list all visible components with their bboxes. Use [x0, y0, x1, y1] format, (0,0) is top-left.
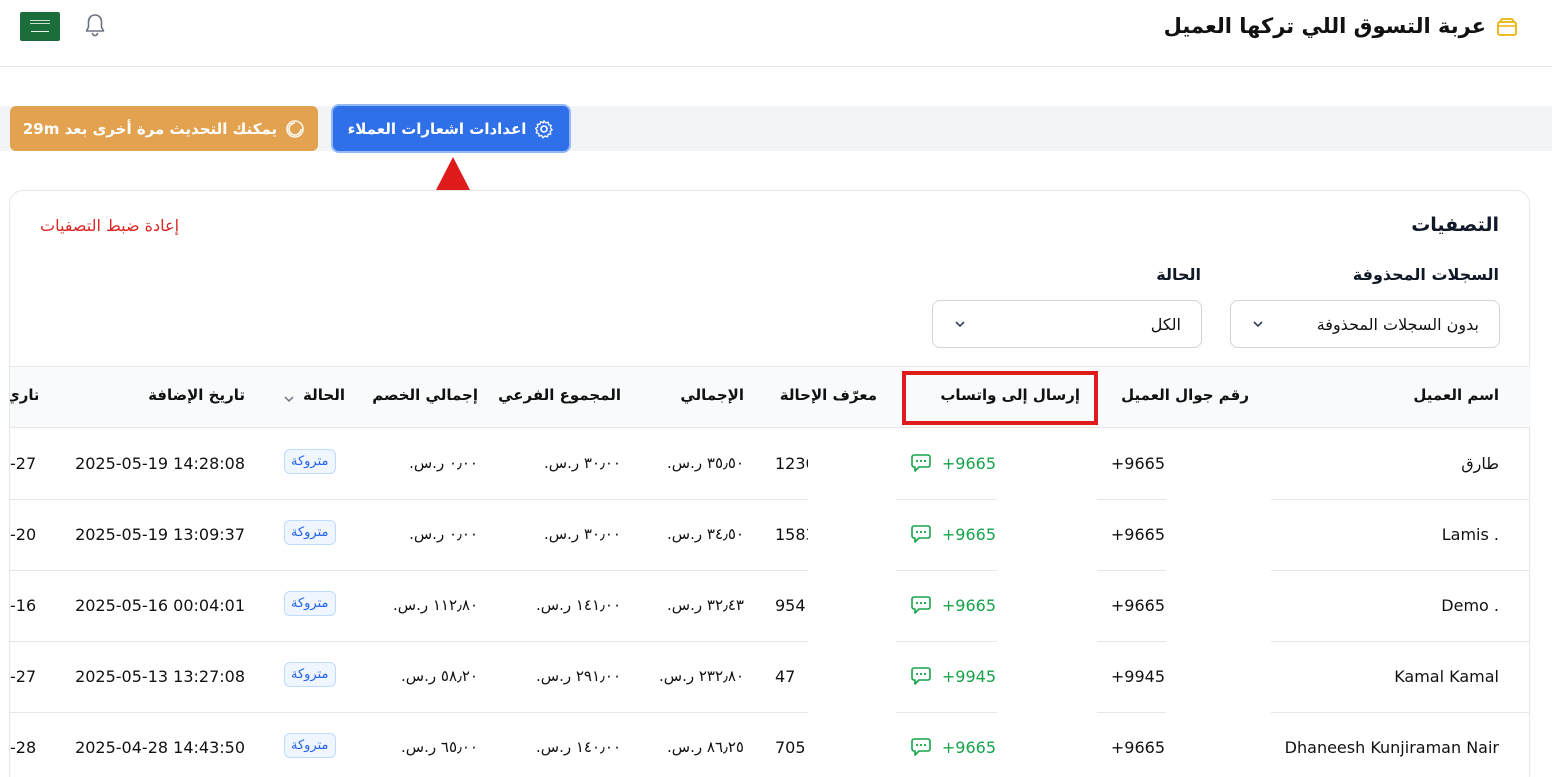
col-status[interactable]: الحالة: [303, 386, 345, 404]
reset-filters-link[interactable]: إعادة ضبط التصفيات: [40, 216, 179, 235]
col-added-date[interactable]: تاريخ الإضافة: [148, 386, 245, 404]
highlight-box-annotation: [902, 371, 1098, 425]
referral-id: 705: [775, 738, 806, 757]
notify-settings-label: اعدادات اشعارات العملاء: [347, 119, 527, 138]
discount-amount: ٠٫٠٠ ر.س.: [409, 525, 478, 543]
redaction-mask: [808, 429, 896, 777]
col-partial-date[interactable]: تاري: [10, 386, 38, 404]
added-date: 2025-05-16 00:04:01: [75, 596, 245, 615]
total-amount: ٢٣٢٫٨٠ ر.س.: [658, 667, 744, 685]
added-date: 2025-04-28 14:43:50: [75, 738, 245, 757]
chevron-down-icon: [955, 321, 965, 328]
status-badge: متروكة: [284, 449, 336, 474]
partial-date: -27: [10, 667, 37, 686]
col-partial-date-label: تاري: [10, 386, 38, 404]
customer-notification-settings-button[interactable]: اعدادات اشعارات العملاء: [331, 104, 571, 153]
chat-bubble-icon: [911, 667, 931, 685]
chat-bubble-icon: [911, 596, 931, 614]
discount-amount: ٠٫٠٠ ر.س.: [409, 454, 478, 472]
col-discount-total[interactable]: إجمالي الخصم: [372, 386, 478, 404]
customer-phone: +9665: [1110, 738, 1165, 757]
chat-bubble-icon: [911, 454, 931, 472]
col-total[interactable]: الإجمالي: [680, 386, 744, 404]
subtotal-amount: ٣٠٫٠٠ ر.س.: [544, 454, 621, 472]
cart-box-icon: [1497, 18, 1517, 36]
status-select-value: الكل: [1150, 314, 1181, 334]
deleted-records-label: السجلات المحذوفة: [1352, 265, 1499, 284]
redaction-mask: [1166, 429, 1271, 777]
customer-phone: +9945: [1110, 667, 1165, 686]
col-subtotal[interactable]: المجموع الفرعي: [498, 386, 621, 404]
total-amount: ٣٥٫٥٠ ر.س.: [667, 454, 744, 472]
whatsapp-send-link[interactable]: +9665: [910, 452, 996, 474]
sort-chevron-icon[interactable]: [282, 392, 296, 406]
total-amount: ٣٢٫٤٣ ر.س.: [667, 596, 744, 614]
whatsapp-send-link[interactable]: +9945: [910, 665, 996, 687]
col-customer-phone[interactable]: رقم جوال العميل: [1121, 386, 1249, 404]
chat-bubble-icon: [911, 525, 931, 543]
saudi-flag-icon[interactable]: [20, 12, 60, 41]
status-filter-label: الحالة: [1156, 265, 1201, 284]
filters-title: التصفيات: [1411, 214, 1499, 236]
customer-name: Kamal Kamal: [1394, 667, 1499, 686]
chat-bubble-icon: [911, 738, 931, 756]
status-select[interactable]: الكل: [932, 300, 1202, 348]
redaction-mask: [997, 429, 1097, 777]
subtotal-amount: ٢٩١٫٠٠ ر.س.: [535, 667, 621, 685]
customer-name: Lamis .: [1441, 525, 1499, 544]
whatsapp-send-link[interactable]: +9665: [910, 523, 996, 545]
partial-date: -20: [10, 525, 37, 544]
whatsapp-number: +9665: [941, 737, 996, 757]
deleted-records-select[interactable]: بدون السجلات المحذوفة: [1230, 300, 1500, 348]
referral-id: 954: [775, 596, 806, 615]
customer-phone: +9665: [1110, 596, 1165, 615]
customer-name: طارق: [1461, 454, 1499, 473]
bell-icon[interactable]: [83, 12, 107, 38]
chevron-down-icon: [1253, 321, 1263, 328]
whatsapp-number: +9665: [941, 453, 996, 473]
subtotal-amount: ٣٠٫٠٠ ر.س.: [544, 525, 621, 543]
col-referral-id[interactable]: معرّف الإحالة: [780, 386, 877, 404]
discount-amount: ٥٨٫٢٠ ر.س.: [401, 667, 478, 685]
customer-phone: +9665: [1110, 454, 1165, 473]
referral-id: 47: [775, 667, 796, 686]
total-amount: ٨٦٫٢٥ ر.س.: [667, 738, 744, 756]
partial-date: -27: [10, 454, 37, 473]
added-date: 2025-05-19 14:28:08: [75, 454, 245, 473]
partial-date: -28: [10, 738, 37, 757]
partial-date: -16: [10, 596, 37, 615]
added-date: 2025-05-19 13:09:37: [75, 525, 245, 544]
whatsapp-send-link[interactable]: +9665: [910, 736, 996, 758]
customer-name: Dhaneesh Kunjiraman Nair: [1284, 738, 1499, 757]
discount-amount: ٦٥٫٠٠ ر.س.: [401, 738, 478, 756]
col-customer-name[interactable]: اسم العميل: [1413, 386, 1499, 404]
customer-name: Demo .: [1441, 596, 1499, 615]
added-date: 2025-05-13 13:27:08: [75, 667, 245, 686]
refresh-button-label: يمكنك التحديث مرة أخرى بعد 29m: [22, 119, 278, 138]
status-badge: متروكة: [284, 520, 336, 545]
page-title: عربة التسوق اللي تركها العميل: [1163, 14, 1486, 38]
subtotal-amount: ١٤١٫٠٠ ر.س.: [535, 596, 621, 614]
customer-phone: +9665: [1110, 525, 1165, 544]
refresh-cooldown-button[interactable]: يمكنك التحديث مرة أخرى بعد 29m: [10, 106, 318, 151]
subtotal-amount: ١٤٠٫٠٠ ر.س.: [535, 738, 621, 756]
whatsapp-number: +9665: [941, 595, 996, 615]
refresh-icon: [286, 119, 304, 138]
status-badge: متروكة: [284, 733, 336, 758]
whatsapp-send-link[interactable]: +9665: [910, 594, 996, 616]
status-badge: متروكة: [284, 662, 336, 687]
whatsapp-number: +9945: [941, 666, 996, 686]
deleted-records-value: بدون السجلات المحذوفة: [1316, 314, 1479, 334]
status-badge: متروكة: [284, 591, 336, 616]
discount-amount: ١١٢٫٨٠ ر.س.: [392, 596, 478, 614]
total-amount: ٣٤٫٥٠ ر.س.: [667, 525, 744, 543]
whatsapp-number: +9665: [941, 524, 996, 544]
gear-icon: [535, 119, 554, 138]
